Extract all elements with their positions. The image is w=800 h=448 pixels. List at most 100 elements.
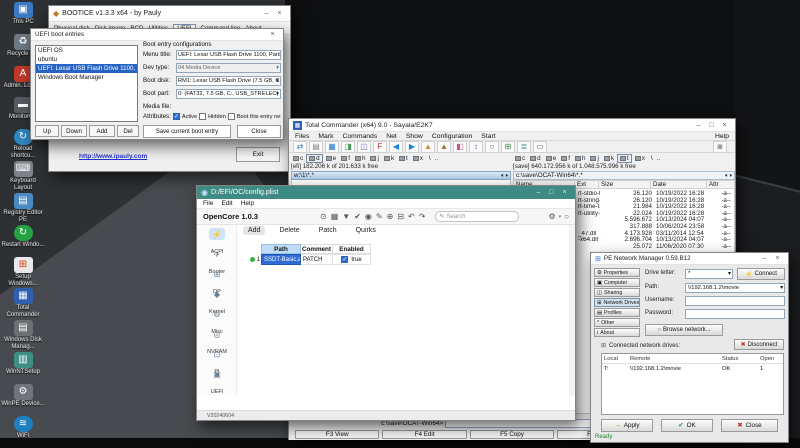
drive-button-active[interactable]: d bbox=[306, 153, 323, 163]
sidebar-item-network-drives[interactable]: ⊞ Network Drives bbox=[594, 298, 640, 307]
drive-button[interactable]: k bbox=[382, 154, 396, 163]
minimize-icon[interactable]: – bbox=[532, 187, 545, 198]
add-button[interactable]: Add bbox=[89, 125, 115, 137]
drive-button[interactable]: f bbox=[559, 154, 572, 163]
drive-button[interactable]: j bbox=[368, 154, 380, 163]
sidebar-item-uefi[interactable]: ▣ UEFI bbox=[197, 368, 237, 396]
brief-view-icon[interactable]: ▤ bbox=[309, 140, 323, 153]
edit-icon[interactable]: ✎ bbox=[376, 212, 383, 221]
unpack-icon[interactable]: ▲ bbox=[437, 140, 451, 153]
ftp-connect-icon[interactable]: ◫ bbox=[357, 140, 371, 153]
back-icon[interactable]: ◀ bbox=[389, 140, 403, 153]
menu-commands[interactable]: Commands bbox=[342, 133, 377, 140]
list-item[interactable]: Windows Boot Manager bbox=[36, 73, 137, 82]
list-item-selected[interactable]: UEFI: Lexar USB Flash Drive 1100, Partit… bbox=[36, 64, 137, 73]
full-view-icon[interactable]: ▦ bbox=[325, 140, 339, 153]
network-icon[interactable]: ≣ bbox=[517, 140, 531, 153]
desktop-icon-setup-windows[interactable]: ⊞ Setup Windows... bbox=[0, 257, 46, 288]
exit-icon[interactable]: ◙ bbox=[713, 140, 727, 153]
save-boot-entry-button[interactable]: Save current boot entry bbox=[143, 125, 231, 138]
minimize-icon[interactable]: – bbox=[260, 8, 273, 19]
username-field[interactable] bbox=[685, 296, 785, 306]
menu-mark[interactable]: Mark bbox=[318, 133, 333, 140]
disconnect-button[interactable]: ✖ Disconnect bbox=[734, 339, 784, 350]
close-button[interactable]: ✖ Close bbox=[721, 419, 778, 432]
column-header-status[interactable]: Status bbox=[722, 354, 760, 363]
search-icon[interactable]: ○ bbox=[485, 140, 499, 153]
swap-panels-icon[interactable]: ⇄ bbox=[293, 140, 307, 153]
column-header-comment[interactable]: Comment bbox=[301, 244, 333, 254]
tree-icon[interactable]: ⊞ bbox=[501, 140, 515, 153]
new-folder-icon[interactable]: F bbox=[373, 140, 387, 153]
tab-add[interactable]: Add bbox=[243, 226, 266, 235]
drive-button[interactable]: x bbox=[411, 154, 425, 163]
forward-icon[interactable]: ▶ bbox=[405, 140, 419, 153]
drive-letter-combobox[interactable]: * ▾ bbox=[685, 269, 733, 279]
desktop-icon-restart-windows[interactable]: ↻ Restart Windo... bbox=[0, 225, 46, 249]
drive-button[interactable]: e bbox=[324, 154, 339, 163]
dev-type-combobox[interactable]: 04 Media Device ▾ bbox=[176, 63, 281, 73]
menu-net[interactable]: Net bbox=[386, 133, 397, 140]
f4-edit-button[interactable]: F4 Edit bbox=[382, 430, 467, 439]
sidebar-item-misc[interactable]: ⚙ Misc bbox=[197, 308, 237, 336]
sidebar-item-booter[interactable]: ✈ Booter bbox=[197, 248, 237, 276]
drive-button[interactable]: e bbox=[544, 154, 559, 163]
sidebar-item-nvram[interactable]: ◎ NVRAM bbox=[197, 328, 237, 356]
tab-delete[interactable]: Delete bbox=[274, 226, 304, 235]
f3-view-button[interactable]: F3 View bbox=[295, 430, 380, 439]
list-item[interactable]: UEFI OS bbox=[36, 46, 137, 55]
table-row[interactable]: T: \\192.168.1.2\movie OK 1 bbox=[602, 364, 783, 374]
history-icon[interactable]: ⊙ bbox=[320, 212, 327, 221]
desktop-icon-winntsetup[interactable]: ▥ WinNTSetup bbox=[0, 352, 46, 376]
desktop-icon-total-commander[interactable]: ▦ Total Commander bbox=[0, 288, 46, 319]
drive-button[interactable]: f bbox=[339, 154, 352, 163]
drive-up-button[interactable]: .. bbox=[435, 155, 439, 162]
drive-root-button[interactable]: \ bbox=[651, 155, 653, 162]
drive-button-active[interactable]: t bbox=[617, 153, 632, 163]
menu-start[interactable]: Start bbox=[481, 133, 495, 140]
table-row[interactable]: 1 SSDT-Basic.aml PATCH ✓ true bbox=[247, 254, 371, 265]
sidebar-item-sharing[interactable]: ◫ Sharing bbox=[594, 288, 640, 297]
drive-button[interactable]: h bbox=[353, 154, 368, 163]
menu-show[interactable]: Show bbox=[406, 133, 423, 140]
del-button[interactable]: Del bbox=[117, 125, 139, 137]
sync-dirs-icon[interactable]: ↕ bbox=[469, 140, 483, 153]
drive-button[interactable]: c bbox=[513, 154, 527, 163]
menu-edit[interactable]: Edit bbox=[221, 200, 232, 207]
sidebar-item-acpi[interactable]: ⚡ ACPI bbox=[197, 228, 237, 255]
sidebar-item-profiles[interactable]: ▤ Profiles bbox=[594, 308, 640, 317]
desktop-icon-this-pc[interactable]: ▣ This PC bbox=[0, 2, 46, 26]
comment-cell[interactable]: PATCH bbox=[301, 254, 333, 265]
tab-patch[interactable]: Patch bbox=[314, 226, 342, 235]
column-header-size[interactable]: Size bbox=[599, 180, 651, 189]
boot-disk-combobox[interactable]: RM1: Lexar USB Flash Drive (7.5 GB, C:) ▾ bbox=[176, 76, 281, 86]
f5-copy-button[interactable]: F5 Copy bbox=[469, 430, 555, 439]
password-field[interactable] bbox=[685, 309, 785, 319]
grid-view-icon[interactable]: ▦ bbox=[331, 212, 339, 221]
snapshot-icon[interactable]: ◉ bbox=[365, 212, 372, 221]
maximize-icon[interactable]: □ bbox=[545, 187, 558, 198]
drive-button[interactable]: h bbox=[573, 154, 588, 163]
sidebar-item-properties[interactable]: ⚙ Properties bbox=[594, 268, 640, 277]
drive-button[interactable]: t bbox=[397, 154, 410, 163]
tab-quirks[interactable]: Quirks bbox=[351, 226, 381, 235]
ok-button[interactable]: ✔ OK bbox=[661, 419, 713, 432]
quick-view-icon[interactable]: ◨ bbox=[341, 140, 355, 153]
remove-entry-icon[interactable]: ⊟ bbox=[397, 212, 404, 221]
close-icon[interactable]: × bbox=[266, 29, 279, 40]
sidebar-item-kernel[interactable]: ◆ Kernel bbox=[197, 288, 237, 316]
menu-help[interactable]: Help bbox=[241, 200, 254, 207]
close-icon[interactable]: × bbox=[718, 120, 731, 131]
boot-part-combobox[interactable]: 0: (FAT32, 7.5 GB, C:, USB_STRELEC) ▾ bbox=[176, 89, 281, 99]
up-button[interactable]: Up bbox=[35, 125, 59, 137]
maximize-icon[interactable]: □ bbox=[705, 120, 718, 131]
command-prompt-icon[interactable]: ▭ bbox=[533, 140, 547, 153]
sidebar-item-computer[interactable]: ▣ Computer bbox=[594, 278, 640, 287]
boot-entries-list[interactable]: UEFI OS ubuntu UEFI: Lexar USB Flash Dri… bbox=[35, 45, 138, 122]
drive-root-button[interactable]: \ bbox=[429, 155, 431, 162]
active-checkbox[interactable]: ✓ bbox=[172, 113, 180, 120]
column-header-ext[interactable]: Ext bbox=[575, 180, 599, 189]
drive-button[interactable]: d bbox=[528, 154, 543, 163]
column-header-open[interactable]: Open bbox=[760, 354, 781, 363]
drive-button[interactable]: c bbox=[291, 154, 305, 163]
